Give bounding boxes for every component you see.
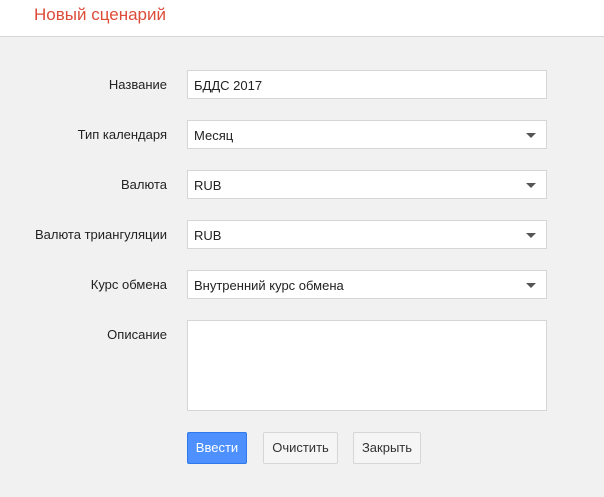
currency-label: Валюта (121, 177, 167, 192)
calendar-type-value: Месяц (194, 128, 234, 143)
exchange-rate-value: Внутренний курс обмена (194, 278, 344, 293)
new-scenario-dialog: Новый сценарий Название БДДС 2017 Тип ка… (0, 0, 604, 497)
name-input[interactable]: БДДС 2017 (187, 70, 547, 99)
exchange-rate-row: Курс обмена Внутренний курс обмена (0, 270, 604, 300)
currency-select[interactable]: RUB (187, 170, 547, 199)
calendar-type-label: Тип календаря (77, 127, 167, 142)
triangulation-currency-row: Валюта триангуляции RUB (0, 220, 604, 250)
currency-row: Валюта RUB (0, 170, 604, 200)
triangulation-currency-value: RUB (194, 228, 222, 243)
name-row: Название БДДС 2017 (0, 70, 604, 100)
calendar-type-row: Тип календаря Месяц (0, 120, 604, 150)
currency-value: RUB (194, 178, 222, 193)
description-label: Описание (107, 327, 167, 342)
calendar-type-select[interactable]: Месяц (187, 120, 547, 149)
description-textarea[interactable] (187, 320, 547, 411)
caret-down-icon (526, 283, 536, 288)
caret-down-icon (526, 133, 536, 138)
dialog-header: Новый сценарий (0, 0, 604, 37)
triangulation-currency-select[interactable]: RUB (187, 220, 547, 249)
name-label: Название (108, 77, 167, 92)
exchange-rate-select[interactable]: Внутренний курс обмена (187, 270, 547, 299)
caret-down-icon (526, 183, 536, 188)
exchange-rate-label: Курс обмена (90, 277, 167, 292)
page-title: Новый сценарий (34, 5, 166, 24)
submit-button[interactable]: Ввести (187, 432, 247, 464)
clear-button[interactable]: Очистить (263, 432, 338, 464)
triangulation-currency-label: Валюта триангуляции (34, 227, 167, 242)
caret-down-icon (526, 233, 536, 238)
close-button[interactable]: Закрыть (353, 432, 421, 464)
